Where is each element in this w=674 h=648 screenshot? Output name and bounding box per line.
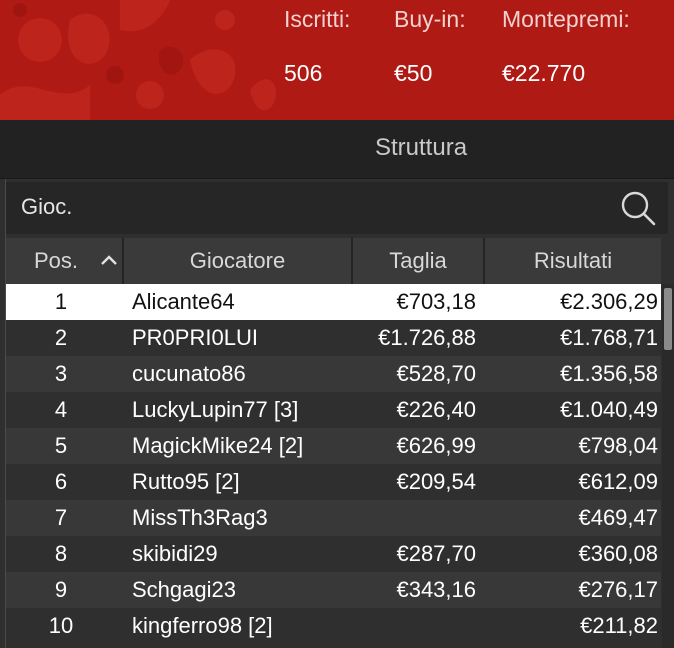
cell-position: 9 <box>54 577 68 602</box>
cell-result: €2.306,29 <box>560 289 658 314</box>
cell-stack: €626,99 <box>396 433 476 458</box>
table-row[interactable]: 6 Rutto95 [2] €209,54 €612,09 <box>6 464 661 500</box>
tab-structure[interactable]: Struttura <box>375 134 467 162</box>
column-header-results[interactable]: Risultati <box>483 238 661 284</box>
cell-player: Schgagi23 <box>132 577 236 602</box>
table-row[interactable]: 5 MagickMike24 [2] €626,99 €798,04 <box>6 428 661 464</box>
cell-player: cucunato86 <box>132 361 246 386</box>
column-header-stack[interactable]: Taglia <box>351 238 483 284</box>
cell-position: 10 <box>48 613 74 638</box>
cell-player: Rutto95 [2] <box>132 469 240 494</box>
search-label: Gioc. <box>21 194 73 219</box>
cell-position: 1 <box>54 289 68 314</box>
tournament-header-banner: Iscritti: 506 Buy-in: €50 Montepremi: €2… <box>0 0 674 120</box>
cell-position: 5 <box>54 433 68 458</box>
cell-result: €211,82 <box>580 613 658 638</box>
cell-player: MagickMike24 [2] <box>132 433 304 458</box>
cell-position: 8 <box>54 541 68 566</box>
cell-stack: €703,18 <box>396 289 476 314</box>
cell-stack: €343,16 <box>396 577 476 602</box>
column-header-position-label: Pos. <box>33 248 79 273</box>
stat-buy-in-label: Buy-in: <box>394 6 466 32</box>
table-row[interactable]: 1 Alicante64 €703,18 €2.306,29 <box>6 284 661 320</box>
cell-stack: €528,70 <box>396 361 476 386</box>
search-icon[interactable] <box>618 188 658 228</box>
column-header-player[interactable]: Giocatore <box>122 238 351 284</box>
cell-player: Alicante64 <box>132 289 235 314</box>
cell-result: €360,08 <box>578 541 658 566</box>
cell-player: MissTh3Rag3 <box>132 505 268 530</box>
cell-position: 4 <box>54 397 68 422</box>
cell-position: 2 <box>54 325 68 350</box>
cell-player: LuckyLupin77 [3] <box>132 397 299 422</box>
players-table: 1 Alicante64 €703,18 €2.306,29 2 PR0PRI0… <box>6 284 661 644</box>
cell-result: €276,17 <box>578 577 658 602</box>
table-header: Pos. Giocatore Taglia Risultati <box>6 238 661 284</box>
cell-player: PR0PRI0LUI <box>132 325 258 350</box>
stat-prize-pool-label: Montepremi: <box>502 6 630 32</box>
cell-position: 7 <box>54 505 68 530</box>
stat-buy-in-value: €50 <box>394 60 433 86</box>
cell-position: 3 <box>54 361 68 386</box>
tab-bar: Struttura <box>0 120 674 180</box>
table-row[interactable]: 10 kingferro98 [2] €211,82 <box>6 608 661 644</box>
cell-result: €469,47 <box>578 505 658 530</box>
column-header-position[interactable]: Pos. <box>6 238 122 284</box>
stat-registrations-label: Iscritti: <box>284 6 351 32</box>
table-row[interactable]: 3 cucunato86 €528,70 €1.356,58 <box>6 356 661 392</box>
cell-result: €1.040,49 <box>560 397 658 422</box>
cell-result: €1.768,71 <box>560 325 658 350</box>
cell-stack: €209,54 <box>396 469 476 494</box>
cell-stack: €287,70 <box>396 541 476 566</box>
table-row[interactable]: 9 Schgagi23 €343,16 €276,17 <box>6 572 661 608</box>
cell-player: skibidi29 <box>132 541 218 566</box>
table-row[interactable]: 4 LuckyLupin77 [3] €226,40 €1.040,49 <box>6 392 661 428</box>
cell-result: €798,04 <box>578 433 658 458</box>
cell-player: kingferro98 [2] <box>132 613 273 638</box>
cell-result: €612,09 <box>578 469 658 494</box>
cell-stack: €226,40 <box>396 397 476 422</box>
cell-stack: €1.726,88 <box>378 325 476 350</box>
player-search-bar[interactable]: Gioc. <box>6 182 668 234</box>
table-row[interactable]: 7 MissTh3Rag3 €469,47 <box>6 500 661 536</box>
table-row[interactable]: 8 skibidi29 €287,70 €360,08 <box>6 536 661 572</box>
table-row[interactable]: 2 PR0PRI0LUI €1.726,88 €1.768,71 <box>6 320 661 356</box>
scrollbar-thumb[interactable] <box>664 288 672 350</box>
stat-registrations-value: 506 <box>284 60 323 86</box>
cell-result: €1.356,58 <box>560 361 658 386</box>
stat-prize-pool-value: €22.770 <box>502 60 586 86</box>
chevron-up-icon[interactable] <box>100 254 118 266</box>
cell-position: 6 <box>54 469 68 494</box>
